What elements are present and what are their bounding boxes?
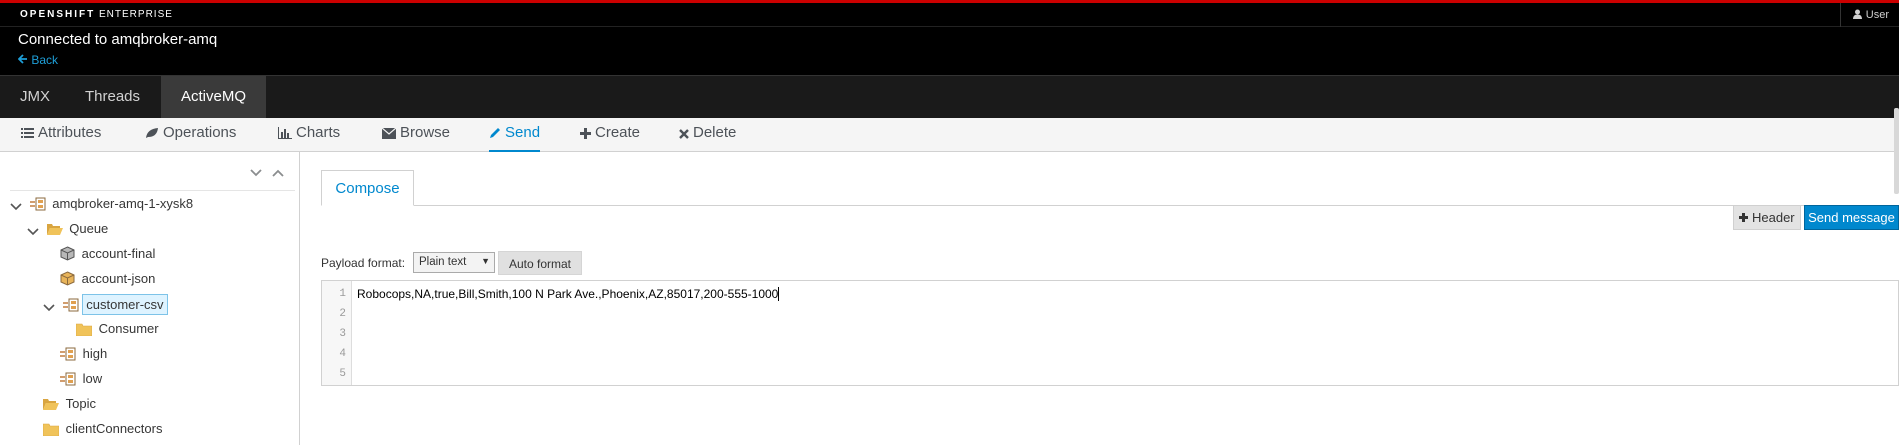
- pencil-icon: [490, 128, 500, 138]
- tree-node-customer-csv[interactable]: customer-csv: [43, 294, 168, 316]
- compose-tab-line: [321, 205, 1899, 206]
- subnav-charts-label: Charts: [296, 124, 341, 141]
- subnav-create[interactable]: Create: [580, 124, 640, 152]
- sub-navigation: Attributes Operations Charts Browse Send…: [0, 118, 1899, 152]
- text-caret: [778, 287, 780, 301]
- collapse-all-icon[interactable]: [250, 165, 262, 180]
- tree-label-customer-csv: customer-csv: [82, 294, 168, 315]
- tree-node-account-final[interactable]: account-final: [60, 244, 158, 266]
- tab-compose[interactable]: Compose: [321, 170, 414, 206]
- package-icon: [60, 271, 75, 286]
- add-header-button[interactable]: Header: [1733, 205, 1801, 230]
- queue-icon: [60, 372, 76, 386]
- connection-bar: Connected to amqbroker-amq Back: [0, 27, 1899, 75]
- tab-jmx[interactable]: JMX: [0, 76, 70, 118]
- user-label: User: [1865, 9, 1889, 21]
- line-number: 2: [339, 308, 346, 320]
- line-number-gutter: 1 2 3 4 5: [322, 281, 352, 385]
- times-icon: [679, 129, 689, 139]
- tree-node-high[interactable]: high: [60, 344, 110, 366]
- subnav-operations[interactable]: Operations: [145, 124, 236, 152]
- subnav-delete-label: Delete: [693, 124, 737, 141]
- main-tabs: JMX Threads ActiveMQ: [0, 75, 1899, 118]
- cube-icon: [60, 246, 75, 261]
- line-number: 4: [339, 348, 346, 360]
- folder-open-icon: [43, 399, 59, 410]
- payload-format-select[interactable]: Plain text ▼: [413, 252, 495, 273]
- tree-label-broker: amqbroker-amq-1-xysk8: [52, 196, 194, 211]
- subnav-create-label: Create: [595, 124, 641, 141]
- tab-threads[interactable]: Threads: [65, 76, 160, 118]
- subnav-browse-label: Browse: [400, 124, 451, 141]
- brand-logo: OPENSHIFT ENTERPRISE: [20, 9, 173, 20]
- user-menu[interactable]: User: [1839, 3, 1899, 27]
- plus-icon: [580, 128, 591, 139]
- arrow-left-icon: [17, 54, 27, 64]
- editor-line-1[interactable]: Robocops,NA,true,Bill,Smith,100 N Park A…: [357, 287, 780, 301]
- subnav-send-label: Send: [505, 124, 541, 141]
- jmx-tree: amqbroker-amq-1-xysk8 Queue account-fina…: [0, 152, 300, 445]
- tree-node-account-json[interactable]: account-json: [60, 269, 158, 291]
- subnav-charts[interactable]: Charts: [278, 124, 340, 152]
- chevron-down-icon[interactable]: [27, 221, 43, 236]
- subnav-attributes-label: Attributes: [38, 124, 102, 141]
- tree-divider: [10, 190, 295, 191]
- folder-icon: [42, 423, 60, 437]
- line-number: 3: [339, 328, 346, 340]
- message-body-editor[interactable]: 1 2 3 4 5 Robocops,NA,true,Bill,Smith,10…: [321, 280, 1899, 386]
- tree-label-low: low: [82, 371, 103, 386]
- subnav-send[interactable]: Send: [489, 124, 541, 152]
- add-header-label: Header: [1751, 210, 1795, 225]
- subnav-browse[interactable]: Browse: [381, 124, 451, 152]
- page-scrollbar[interactable]: [1894, 108, 1899, 194]
- tree-label-topic: Topic: [65, 396, 96, 411]
- send-message-button[interactable]: Send message: [1804, 205, 1899, 230]
- tree-label-consumer: Consumer: [98, 321, 159, 336]
- envelope-icon: [381, 127, 397, 139]
- tree-node-broker[interactable]: amqbroker-amq-1-xysk8: [10, 194, 196, 216]
- tree-node-consumer[interactable]: Consumer: [75, 319, 162, 341]
- connection-title: Connected to amqbroker-amq: [18, 31, 218, 48]
- folder-icon: [75, 323, 93, 337]
- back-label: Back: [31, 53, 59, 67]
- leaf-icon: [146, 128, 158, 138]
- broker-icon: [29, 197, 46, 211]
- line-number: 5: [339, 368, 346, 380]
- subnav-attributes[interactable]: Attributes: [21, 124, 101, 152]
- plus-icon: [1739, 213, 1749, 222]
- user-icon: [1852, 9, 1862, 19]
- line-number: 1: [339, 288, 346, 300]
- payload-format-value: Plain text: [419, 256, 467, 268]
- bar-chart-icon: [278, 127, 292, 139]
- back-link[interactable]: Back: [17, 53, 59, 67]
- chevron-down-icon[interactable]: [43, 297, 59, 312]
- tree-node-queue[interactable]: Queue: [27, 219, 111, 241]
- tree-label-queue: Queue: [69, 221, 109, 236]
- list-icon: [21, 128, 34, 138]
- tree-node-low[interactable]: low: [60, 369, 105, 391]
- dropdown-arrow-icon: ▼: [481, 256, 490, 266]
- tree-label-client-connectors: clientConnectors: [65, 421, 163, 436]
- tree-label-high: high: [82, 346, 108, 361]
- queue-icon: [60, 347, 76, 361]
- editor-line-1-text: Robocops,NA,true,Bill,Smith,100 N Park A…: [357, 287, 779, 301]
- queue-icon: [62, 298, 79, 312]
- payload-format-label: Payload format:: [321, 256, 406, 270]
- tab-activemq[interactable]: ActiveMQ: [161, 76, 267, 118]
- subnav-delete[interactable]: Delete: [679, 124, 736, 152]
- subnav-operations-label: Operations: [163, 124, 237, 141]
- expand-all-icon[interactable]: [271, 165, 284, 180]
- tree-node-topic[interactable]: Topic: [43, 394, 99, 416]
- chevron-down-icon[interactable]: [10, 196, 26, 211]
- tree-label-account-json: account-json: [81, 271, 156, 286]
- auto-format-button[interactable]: Auto format: [498, 251, 582, 275]
- masthead: OPENSHIFT ENTERPRISE User: [0, 3, 1899, 27]
- folder-open-icon: [46, 224, 63, 235]
- tree-tools: [244, 165, 284, 180]
- tree-label-account-final: account-final: [81, 246, 156, 261]
- tree-node-client-connectors[interactable]: clientConnectors: [42, 419, 165, 441]
